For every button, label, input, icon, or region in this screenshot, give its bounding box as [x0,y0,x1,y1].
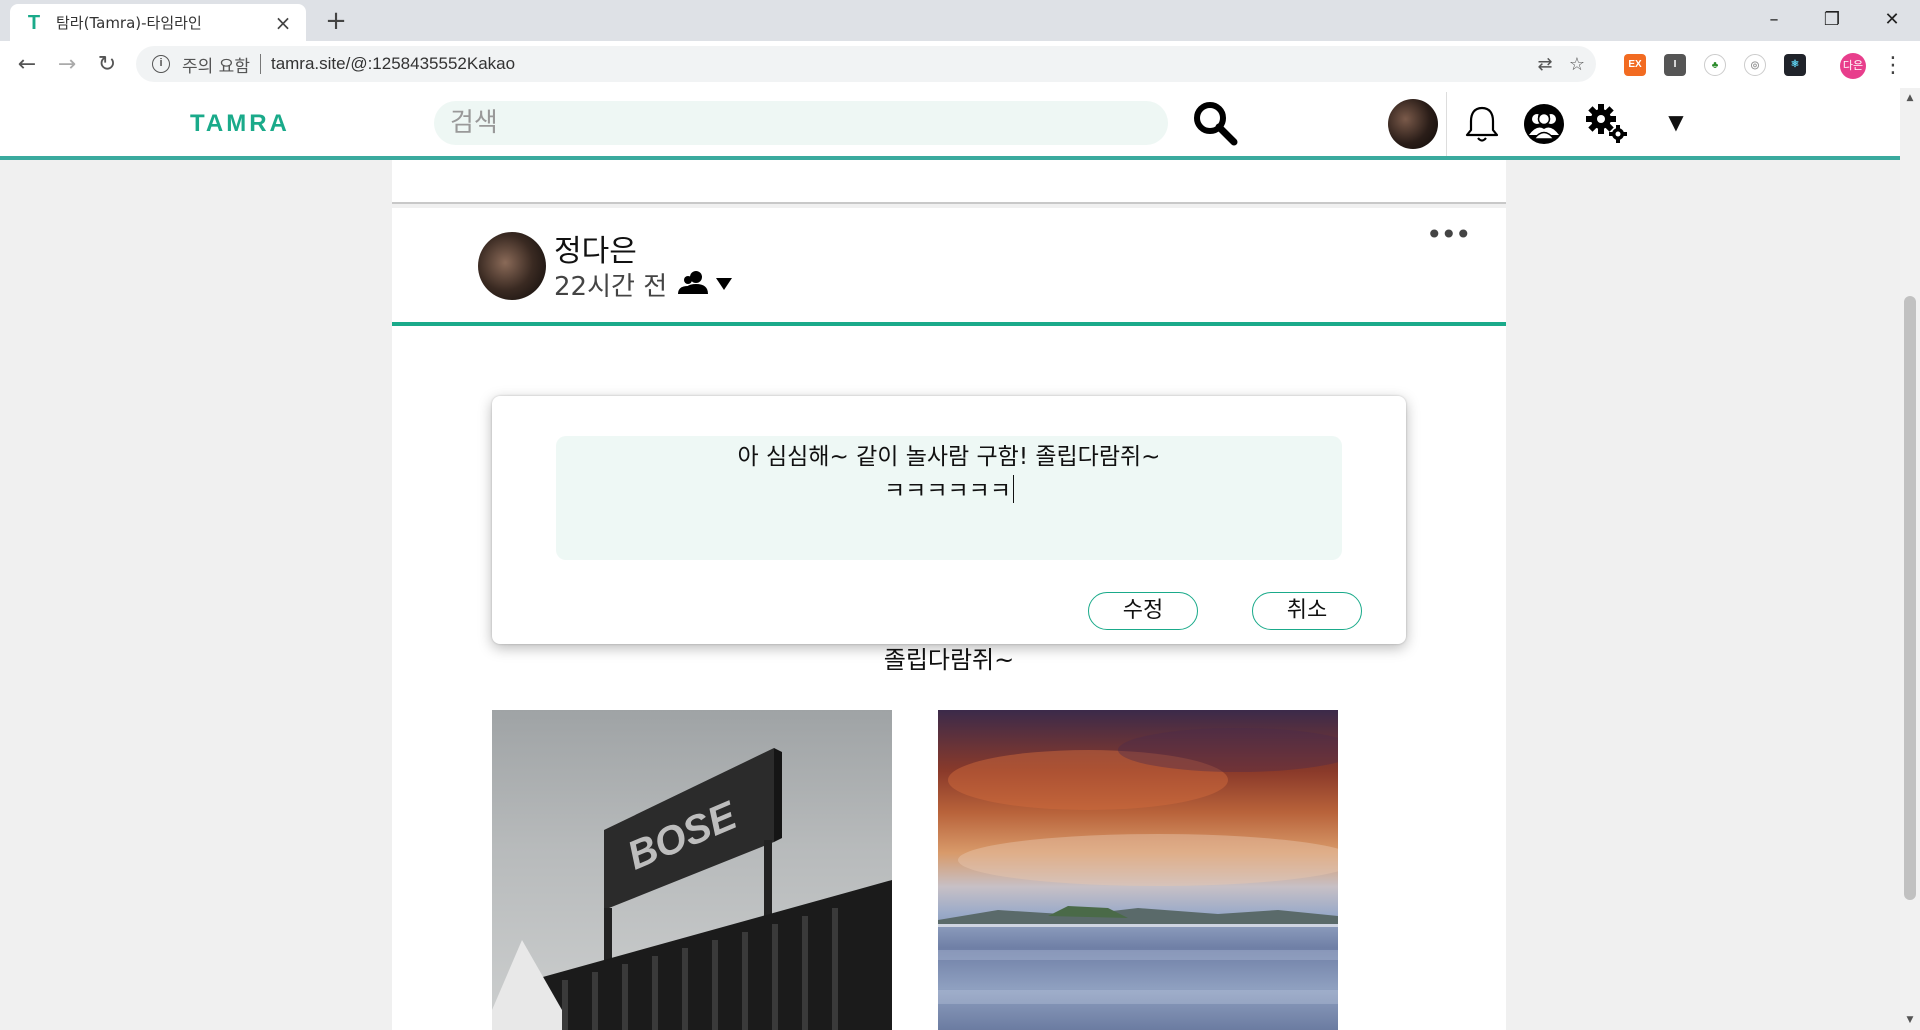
bose-stage-image: BOSE [492,748,892,1030]
scroll-up-icon[interactable]: ▲ [1900,88,1920,108]
header-divider [1446,92,1447,156]
translate-icon[interactable]: ⇄ [1534,54,1556,76]
settings-icon[interactable] [1584,102,1628,146]
back-icon[interactable]: ← [12,50,42,80]
post-header: 정다은 22시간 전 ••• [392,208,1506,326]
star-icon[interactable]: ☆ [1566,54,1588,76]
tamra-favicon-icon: T [27,11,41,34]
scroll-down-icon[interactable]: ▼ [1900,1010,1920,1030]
minimize-icon[interactable]: – [1754,5,1794,35]
circle-extension-icon[interactable]: ◎ [1744,54,1766,76]
forward-icon[interactable]: → [52,50,82,80]
address-divider [259,54,261,74]
photo-sunset-lake[interactable] [938,710,1338,1030]
search-input[interactable] [434,101,1168,145]
search-icon[interactable] [1192,100,1238,146]
close-window-icon[interactable]: ✕ [1872,5,1912,35]
edit-text-line-1: 아 심심해~ 같이 놀사람 구함! 졸립다람쥐~ [737,444,1161,470]
new-tab-icon[interactable]: + [322,8,350,36]
user-avatar[interactable] [1388,99,1438,149]
profile-avatar[interactable]: 다은 [1840,53,1866,79]
chrome-menu-icon[interactable]: ⋮ [1882,53,1904,79]
tab-close-icon[interactable]: × [274,13,292,33]
browser-tab[interactable]: T 탐라(Tamra)-타임라인 × [10,4,306,41]
url-text[interactable]: tamra.site/@:1258435552Kakao [271,54,515,74]
previous-post-card [392,160,1506,204]
edit-text-line-2-content: ㅋㅋㅋㅋㅋㅋ [884,478,1011,504]
edit-post-textarea[interactable]: 아 심심해~ 같이 놀사람 구함! 졸립다람쥐~ ㅋㅋㅋㅋㅋㅋ [556,436,1342,560]
save-edit-button[interactable]: 수정 [1088,592,1198,630]
ex-extension-icon[interactable]: EX [1624,54,1646,76]
audience-friends-icon[interactable] [676,268,736,298]
edit-text-line-2: ㅋㅋㅋㅋㅋㅋ [556,474,1342,508]
page-viewport: TAMRA 검색 ▼ 정다은 22시간 전 ••• 졸립다람쥐~ BOSE 아 … [0,88,1920,1030]
page-scrollbar[interactable]: ▲ ▼ [1900,88,1920,1030]
restore-icon[interactable]: ❐ [1812,5,1852,35]
react-extension-icon[interactable]: ⚛ [1784,54,1806,76]
bell-icon[interactable] [1460,102,1504,146]
friends-icon[interactable] [1522,102,1566,146]
author-name[interactable]: 정다은 [554,226,637,270]
browser-toolbar: ← → ↻ i 주의 요함 tamra.site/@:1258435552Kak… [0,41,1920,88]
tab-title: 탐라(Tamra)-타임라인 [56,14,202,32]
photo-bose-stage[interactable]: BOSE [492,710,892,1030]
author-avatar[interactable] [478,232,546,300]
more-options-icon[interactable]: ••• [1426,221,1472,250]
security-label: 주의 요함 [182,56,250,77]
tamra-logo[interactable]: TAMRA [190,110,290,138]
account-menu-caret-icon[interactable]: ▼ [1664,112,1688,132]
site-header: TAMRA 검색 ▼ [0,88,1900,160]
post-time: 22시간 전 [554,272,668,302]
scrollbar-thumb[interactable] [1904,296,1916,900]
post-text: 졸립다람쥐~ [883,646,1015,674]
edit-post-dialog: 아 심심해~ 같이 놀사람 구함! 졸립다람쥐~ ㅋㅋㅋㅋㅋㅋ 수정 취소 [492,396,1406,644]
browser-tabstrip: T 탐라(Tamra)-타임라인 × + – ❐ ✕ [0,0,1920,41]
i-extension-icon[interactable]: I [1664,54,1686,76]
info-icon[interactable]: i [152,55,170,73]
text-cursor [1012,475,1014,503]
address-bar[interactable]: i 주의 요함 tamra.site/@:1258435552Kakao ⇄ ☆ [136,46,1596,82]
green-extension-icon[interactable]: ♣ [1704,54,1726,76]
reload-icon[interactable]: ↻ [92,50,122,80]
cancel-edit-button[interactable]: 취소 [1252,592,1362,630]
sunset-lake-image [938,728,1338,1004]
